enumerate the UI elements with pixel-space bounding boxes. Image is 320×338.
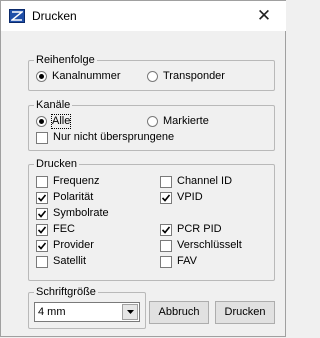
checkbox-fav-box (160, 255, 172, 268)
radio-alle[interactable]: Alle (36, 114, 72, 129)
checkbox-vpid-label: VPID (177, 191, 203, 203)
radio-kanalnummer[interactable]: Kanalnummer (36, 70, 120, 83)
group-drucken-legend: Drucken (34, 158, 79, 171)
checkbox-polaritaet[interactable]: Polarität (36, 191, 93, 204)
checkbox-symbolrate-box (36, 207, 48, 220)
checkbox-fec[interactable]: FEC (36, 223, 75, 236)
title-bar: Drucken ✕ (1, 1, 286, 31)
group-kanaele: Kanäle (28, 99, 275, 151)
cancel-button[interactable]: Abbruch (149, 301, 209, 324)
checkbox-nur-nicht-uebersprungene[interactable]: Nur nicht übersprungene (36, 131, 174, 144)
radio-markierte[interactable]: Markierte (147, 115, 209, 128)
print-button[interactable]: Drucken (215, 301, 275, 324)
chevron-down-icon[interactable] (122, 304, 138, 320)
checkbox-nur-nicht-uebersprungene-label: Nur nicht übersprungene (53, 131, 175, 143)
radio-transponder-indicator (147, 71, 158, 82)
checkmark-icon (162, 193, 170, 202)
radio-markierte-label: Markierte (163, 115, 209, 127)
checkbox-satellit-box (36, 255, 48, 268)
checkmark-icon (162, 225, 170, 234)
checkbox-frequenz-box (36, 175, 48, 188)
checkbox-fec-label: FEC (53, 223, 75, 235)
radio-alle-indicator (36, 116, 47, 127)
radio-transponder[interactable]: Transponder (147, 70, 225, 83)
checkbox-satellit[interactable]: Satellit (36, 255, 86, 268)
checkbox-satellit-label: Satellit (53, 255, 87, 267)
checkmark-icon (38, 241, 46, 250)
checkbox-channel-id-label: Channel ID (177, 175, 233, 187)
app-icon (9, 9, 25, 23)
checkmark-icon (38, 209, 46, 218)
print-dialog: Drucken ✕ Reihenfolge Kanalnummer Transp… (0, 0, 286, 337)
checkbox-provider[interactable]: Provider (36, 239, 94, 252)
checkbox-symbolrate-label: Symbolrate (53, 207, 109, 219)
radio-kanalnummer-indicator (36, 71, 47, 82)
checkbox-channel-id[interactable]: Channel ID (160, 175, 232, 188)
font-size-select[interactable]: 4 mm (34, 302, 140, 322)
checkbox-vpid-box (160, 191, 172, 204)
checkmark-icon (38, 193, 46, 202)
group-kanaele-legend: Kanäle (34, 99, 73, 112)
window-title: Drucken (32, 9, 77, 23)
radio-transponder-label: Transponder (163, 70, 225, 82)
close-icon[interactable]: ✕ (242, 1, 286, 31)
checkbox-vpid[interactable]: VPID (160, 191, 203, 204)
group-schriftgroesse-legend: Schriftgröße (34, 286, 98, 299)
checkbox-fec-box (36, 223, 48, 236)
checkbox-frequenz[interactable]: Frequenz (36, 175, 99, 188)
checkbox-pcr-pid[interactable]: PCR PID (160, 223, 222, 236)
checkmark-icon (38, 225, 46, 234)
radio-markierte-indicator (147, 116, 158, 127)
checkbox-channel-id-box (160, 175, 172, 188)
checkbox-fav-label: FAV (177, 255, 197, 267)
font-size-value: 4 mm (38, 306, 66, 318)
checkbox-pcr-pid-label: PCR PID (177, 223, 222, 235)
checkbox-fav[interactable]: FAV (160, 255, 197, 268)
checkbox-pcr-pid-box (160, 223, 172, 236)
checkbox-polaritaet-label: Polarität (53, 191, 94, 203)
checkbox-frequenz-label: Frequenz (53, 175, 100, 187)
radio-kanalnummer-label: Kanalnummer (52, 70, 121, 82)
checkbox-verschluesselt-label: Verschlüsselt (177, 239, 242, 251)
checkbox-polaritaet-box (36, 191, 48, 204)
checkbox-nur-nicht-uebersprungene-box (36, 131, 48, 144)
checkbox-provider-box (36, 239, 48, 252)
radio-alle-label: Alle (50, 114, 72, 129)
checkbox-provider-label: Provider (53, 239, 94, 251)
group-reihenfolge-legend: Reihenfolge (34, 54, 97, 67)
checkbox-verschluesselt-box (160, 239, 172, 252)
checkbox-symbolrate[interactable]: Symbolrate (36, 207, 109, 220)
checkbox-verschluesselt[interactable]: Verschlüsselt (160, 239, 242, 252)
